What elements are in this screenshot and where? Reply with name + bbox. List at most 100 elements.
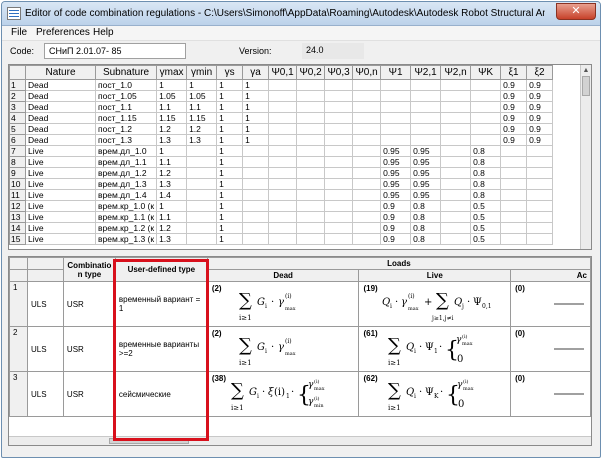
grid-cell[interactable]: 1.2: [186, 123, 218, 135]
grid-cell[interactable]: 0.9: [500, 90, 528, 102]
grid-cell[interactable]: [526, 167, 554, 179]
grid-cell[interactable]: 1.1: [156, 211, 188, 223]
grid-cell[interactable]: [440, 112, 472, 124]
grid-cell[interactable]: 0.95: [380, 178, 412, 190]
grid-cell[interactable]: [268, 167, 298, 179]
live-formula-cell[interactable]: (19) Q i · γ (i) max + ∑ j≥1,j≠i Q j · Ψ…: [358, 281, 512, 327]
table-row[interactable]: 1 Dead пост_1.0 1 1 1 1 0.9 0.9: [9, 79, 554, 91]
grid-cell[interactable]: 0.9: [526, 90, 554, 102]
grid-cell[interactable]: [268, 211, 298, 223]
grid-cell[interactable]: 0.9: [380, 233, 412, 245]
grid-cell[interactable]: 0.8: [410, 233, 442, 245]
menu-file[interactable]: File: [11, 27, 27, 38]
grid-cell[interactable]: [268, 90, 298, 102]
grid-cell[interactable]: 0.95: [380, 156, 412, 168]
grid-cell[interactable]: [268, 112, 298, 124]
row-user-type[interactable]: временный вариант = 1: [114, 281, 208, 327]
grid-cell[interactable]: [380, 134, 412, 146]
grid-cell[interactable]: Live: [25, 178, 96, 190]
grid-cell[interactable]: [352, 222, 382, 234]
grid-cell[interactable]: [440, 189, 472, 201]
grid-cell[interactable]: [324, 134, 354, 146]
grid-cell[interactable]: 1.4: [156, 189, 188, 201]
grid-cell[interactable]: [296, 101, 326, 113]
grid-cell[interactable]: [500, 200, 528, 212]
combinations-horizontal-scrollbar[interactable]: [9, 436, 591, 445]
menu-preferences[interactable]: Preferences: [36, 27, 90, 38]
grid-cell[interactable]: 0.95: [410, 145, 442, 157]
grid-cell[interactable]: [324, 211, 354, 223]
grid-cell[interactable]: 0.9: [526, 79, 554, 91]
grid-cell[interactable]: [242, 233, 270, 245]
grid-cell[interactable]: [352, 145, 382, 157]
grid-cell[interactable]: врем.кр_1.3 (к: [94, 233, 158, 245]
grid-cell[interactable]: 1: [216, 189, 244, 201]
grid-cell[interactable]: 0.95: [410, 178, 442, 190]
grid-cell[interactable]: [296, 156, 326, 168]
grid-cell[interactable]: [296, 90, 326, 102]
grid-cell[interactable]: 1: [156, 145, 188, 157]
grid-cell[interactable]: 1: [216, 211, 244, 223]
grid-cell[interactable]: 0.8: [470, 178, 502, 190]
grid-cell[interactable]: [410, 90, 442, 102]
grid-cell[interactable]: [242, 200, 270, 212]
grid-cell[interactable]: 0.95: [380, 145, 412, 157]
grid-cell[interactable]: 1: [216, 233, 244, 245]
grid-cell[interactable]: Dead: [25, 123, 96, 135]
grid-cell[interactable]: 1.2: [156, 167, 188, 179]
grid-cell[interactable]: [186, 145, 218, 157]
grid-cell[interactable]: [186, 200, 218, 212]
grid-cell[interactable]: 1: [216, 79, 244, 91]
table-row[interactable]: 5 Dead пост_1.2 1.2 1.2 1 1 0.9 0.9: [9, 123, 554, 135]
grid-cell[interactable]: [352, 123, 382, 135]
grid-cell[interactable]: [410, 101, 442, 113]
grid-cell[interactable]: [324, 156, 354, 168]
grid-cell[interactable]: 1: [242, 90, 270, 102]
grid-cell[interactable]: 1.1: [156, 101, 188, 113]
grid-cell[interactable]: [526, 145, 554, 157]
grid-cell[interactable]: [268, 79, 298, 91]
grid-cell[interactable]: пост_1.0: [94, 79, 158, 91]
grid-cell[interactable]: 1: [156, 200, 188, 212]
table-row[interactable]: 14 Live врем.кр_1.2 (к 1.2 1 0.9 0.8 0.5: [9, 222, 554, 234]
grid-cell[interactable]: 1.15: [156, 112, 188, 124]
grid-cell[interactable]: 1.1: [186, 101, 218, 113]
grid-cell[interactable]: [352, 90, 382, 102]
grid-cell[interactable]: [410, 79, 442, 91]
grid-cell[interactable]: Live: [25, 167, 96, 179]
grid-cell[interactable]: 0.9: [500, 112, 528, 124]
live-formula-cell[interactable]: (62) ∑ i≥1 Q i · Ψ K · { γ (i) max 0: [358, 371, 512, 417]
grid-cell[interactable]: 1: [216, 200, 244, 212]
grid-cell[interactable]: [410, 112, 442, 124]
grid-cell[interactable]: [352, 134, 382, 146]
accidental-formula-cell[interactable]: (0): [510, 326, 591, 372]
grid-cell[interactable]: [296, 79, 326, 91]
grid-cell[interactable]: врем.дл_1.2: [94, 167, 158, 179]
grid-cell[interactable]: [296, 134, 326, 146]
grid-cell[interactable]: 1: [216, 123, 244, 135]
grid-cell[interactable]: [352, 189, 382, 201]
grid-cell[interactable]: 0.9: [380, 222, 412, 234]
grid-cell[interactable]: [526, 211, 554, 223]
grid-cell[interactable]: 1.05: [186, 90, 218, 102]
grid-cell[interactable]: [440, 134, 472, 146]
grid-cell[interactable]: [186, 233, 218, 245]
grid-cell[interactable]: [380, 101, 412, 113]
grid-cell[interactable]: врем.кр_1.0 (к: [94, 200, 158, 212]
grid-cell[interactable]: [440, 167, 472, 179]
hscroll-thumb[interactable]: [109, 438, 189, 444]
grid-cell[interactable]: [242, 211, 270, 223]
grid-cell[interactable]: 1: [216, 90, 244, 102]
grid-cell[interactable]: 0.95: [410, 156, 442, 168]
grid-cell[interactable]: врем.дл_1.3: [94, 178, 158, 190]
grid-cell[interactable]: 0.8: [470, 145, 502, 157]
grid-cell[interactable]: [500, 167, 528, 179]
grid-cell[interactable]: [500, 189, 528, 201]
grid-cell[interactable]: 0.9: [526, 101, 554, 113]
grid-cell[interactable]: [352, 178, 382, 190]
grid-cell[interactable]: [324, 222, 354, 234]
grid-cell[interactable]: врем.кр_1.2 (к: [94, 222, 158, 234]
grid-cell[interactable]: 1.3: [156, 178, 188, 190]
table-row[interactable]: 4 Dead пост_1.15 1.15 1.15 1 1 0.9 0.9: [9, 112, 554, 124]
row-user-type[interactable]: сейсмические: [114, 371, 208, 417]
